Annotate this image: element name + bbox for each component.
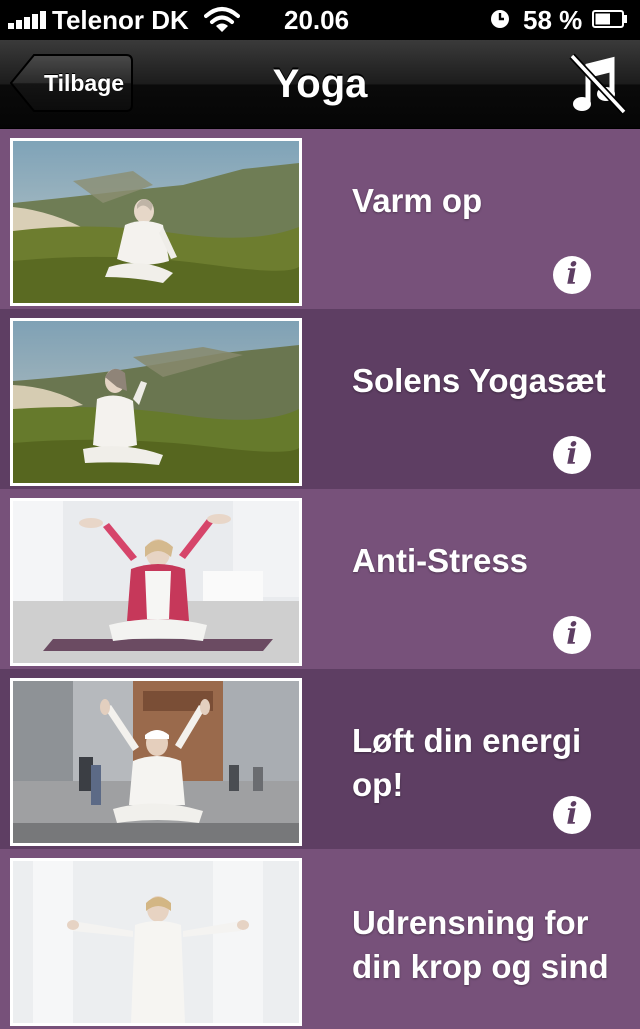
session-title: Anti-Stress (352, 542, 529, 579)
yoga-session-list: Varm op i Solens Yogasæt i Anti-Stress i… (0, 129, 640, 1029)
status-bar: Telenor DK 20.06 58 % (0, 0, 640, 40)
session-title: Løft din energi op! (352, 722, 582, 803)
back-button[interactable]: Tilbage (10, 53, 134, 113)
session-thumbnail (10, 138, 302, 306)
info-icon[interactable]: i (553, 616, 591, 654)
list-item[interactable]: Anti-Stress i (0, 489, 640, 669)
info-icon[interactable]: i (553, 436, 591, 474)
session-title: Solens Yogasæt (352, 362, 606, 399)
list-item[interactable]: Varm op i (0, 129, 640, 309)
wifi-icon (204, 7, 240, 32)
info-icon[interactable]: i (553, 256, 591, 294)
session-thumbnail (10, 858, 302, 1026)
battery-percent: 58 % (523, 5, 583, 35)
info-icon[interactable]: i (553, 796, 591, 834)
session-thumbnail (10, 678, 302, 846)
clock-time: 20.06 (284, 5, 350, 35)
signal-bars-icon (8, 11, 48, 29)
back-button-label: Tilbage (43, 70, 125, 96)
session-thumbnail (10, 498, 302, 666)
session-thumbnail (10, 318, 302, 486)
list-item[interactable]: Løft din energi op! i (0, 669, 640, 849)
clock-icon (491, 10, 509, 28)
session-title: Varm op (352, 182, 483, 219)
navigation-bar: Tilbage Yoga (0, 40, 640, 129)
carrier-name: Telenor DK (52, 5, 189, 35)
list-item[interactable]: Udrensning for din krop og sind (0, 849, 640, 1029)
list-item[interactable]: Solens Yogasæt i (0, 309, 640, 489)
battery-icon (592, 10, 627, 28)
session-title: Udrensning for din krop og sind (352, 904, 609, 985)
music-off-icon[interactable] (566, 52, 630, 116)
